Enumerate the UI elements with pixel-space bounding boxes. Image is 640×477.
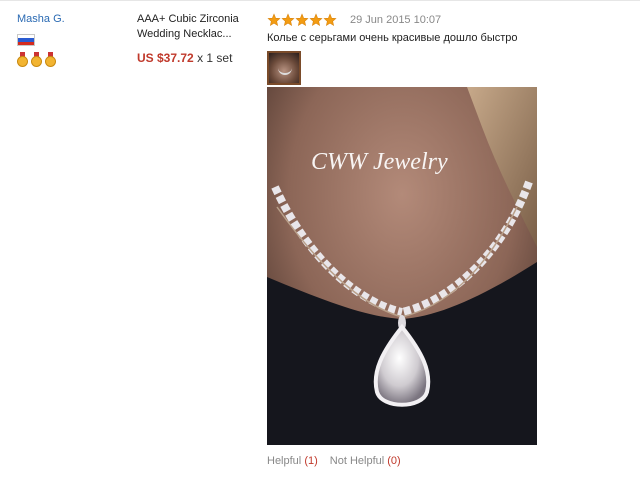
helpful-row: Helpful (1) Not Helpful (0) (267, 455, 401, 467)
medal-icon (45, 52, 56, 67)
helpful-link[interactable]: Helpful (1) (267, 455, 318, 467)
photo-watermark: CWW Jewelry (311, 149, 448, 175)
not-helpful-link[interactable]: Not Helpful (0) (330, 455, 401, 467)
buyer-medals (17, 52, 127, 67)
not-helpful-count: (0) (387, 455, 401, 467)
product-price: US $37.72 (137, 51, 194, 65)
star-rating (267, 13, 337, 27)
review-block: 29 Jun 2015 10:07 Колье с серьгами очень… (267, 12, 627, 85)
product-info: AAA+ Cubic Zirconia Wedding Necklac... U… (137, 12, 255, 65)
medal-icon (31, 52, 42, 67)
review-photo[interactable]: CWW Jewelry (267, 87, 537, 445)
product-name[interactable]: AAA+ Cubic Zirconia Wedding Necklac... (137, 12, 255, 42)
rating-row: 29 Jun 2015 10:07 (267, 12, 627, 28)
medal-icon (17, 52, 28, 67)
russia-flag-icon (17, 34, 35, 46)
buyer-name-link[interactable]: Masha G. (17, 12, 127, 26)
star-icon (281, 13, 295, 26)
helpful-count: (1) (304, 455, 318, 467)
review-photo-thumbnail[interactable] (267, 51, 301, 85)
star-icon (323, 13, 337, 26)
review-text: Колье с серьгами очень красивые дошло бы… (267, 32, 518, 44)
product-quantity: x 1 set (197, 51, 233, 65)
price-line: US $37.72 x 1 set (137, 51, 255, 65)
top-divider (0, 0, 640, 1)
star-icon (295, 13, 309, 26)
buyer-info: Masha G. (17, 12, 127, 67)
review-date: 29 Jun 2015 10:07 (350, 14, 442, 26)
star-icon (309, 13, 323, 26)
star-icon (267, 13, 281, 26)
necklace-photo-image: CWW Jewelry (267, 87, 537, 445)
